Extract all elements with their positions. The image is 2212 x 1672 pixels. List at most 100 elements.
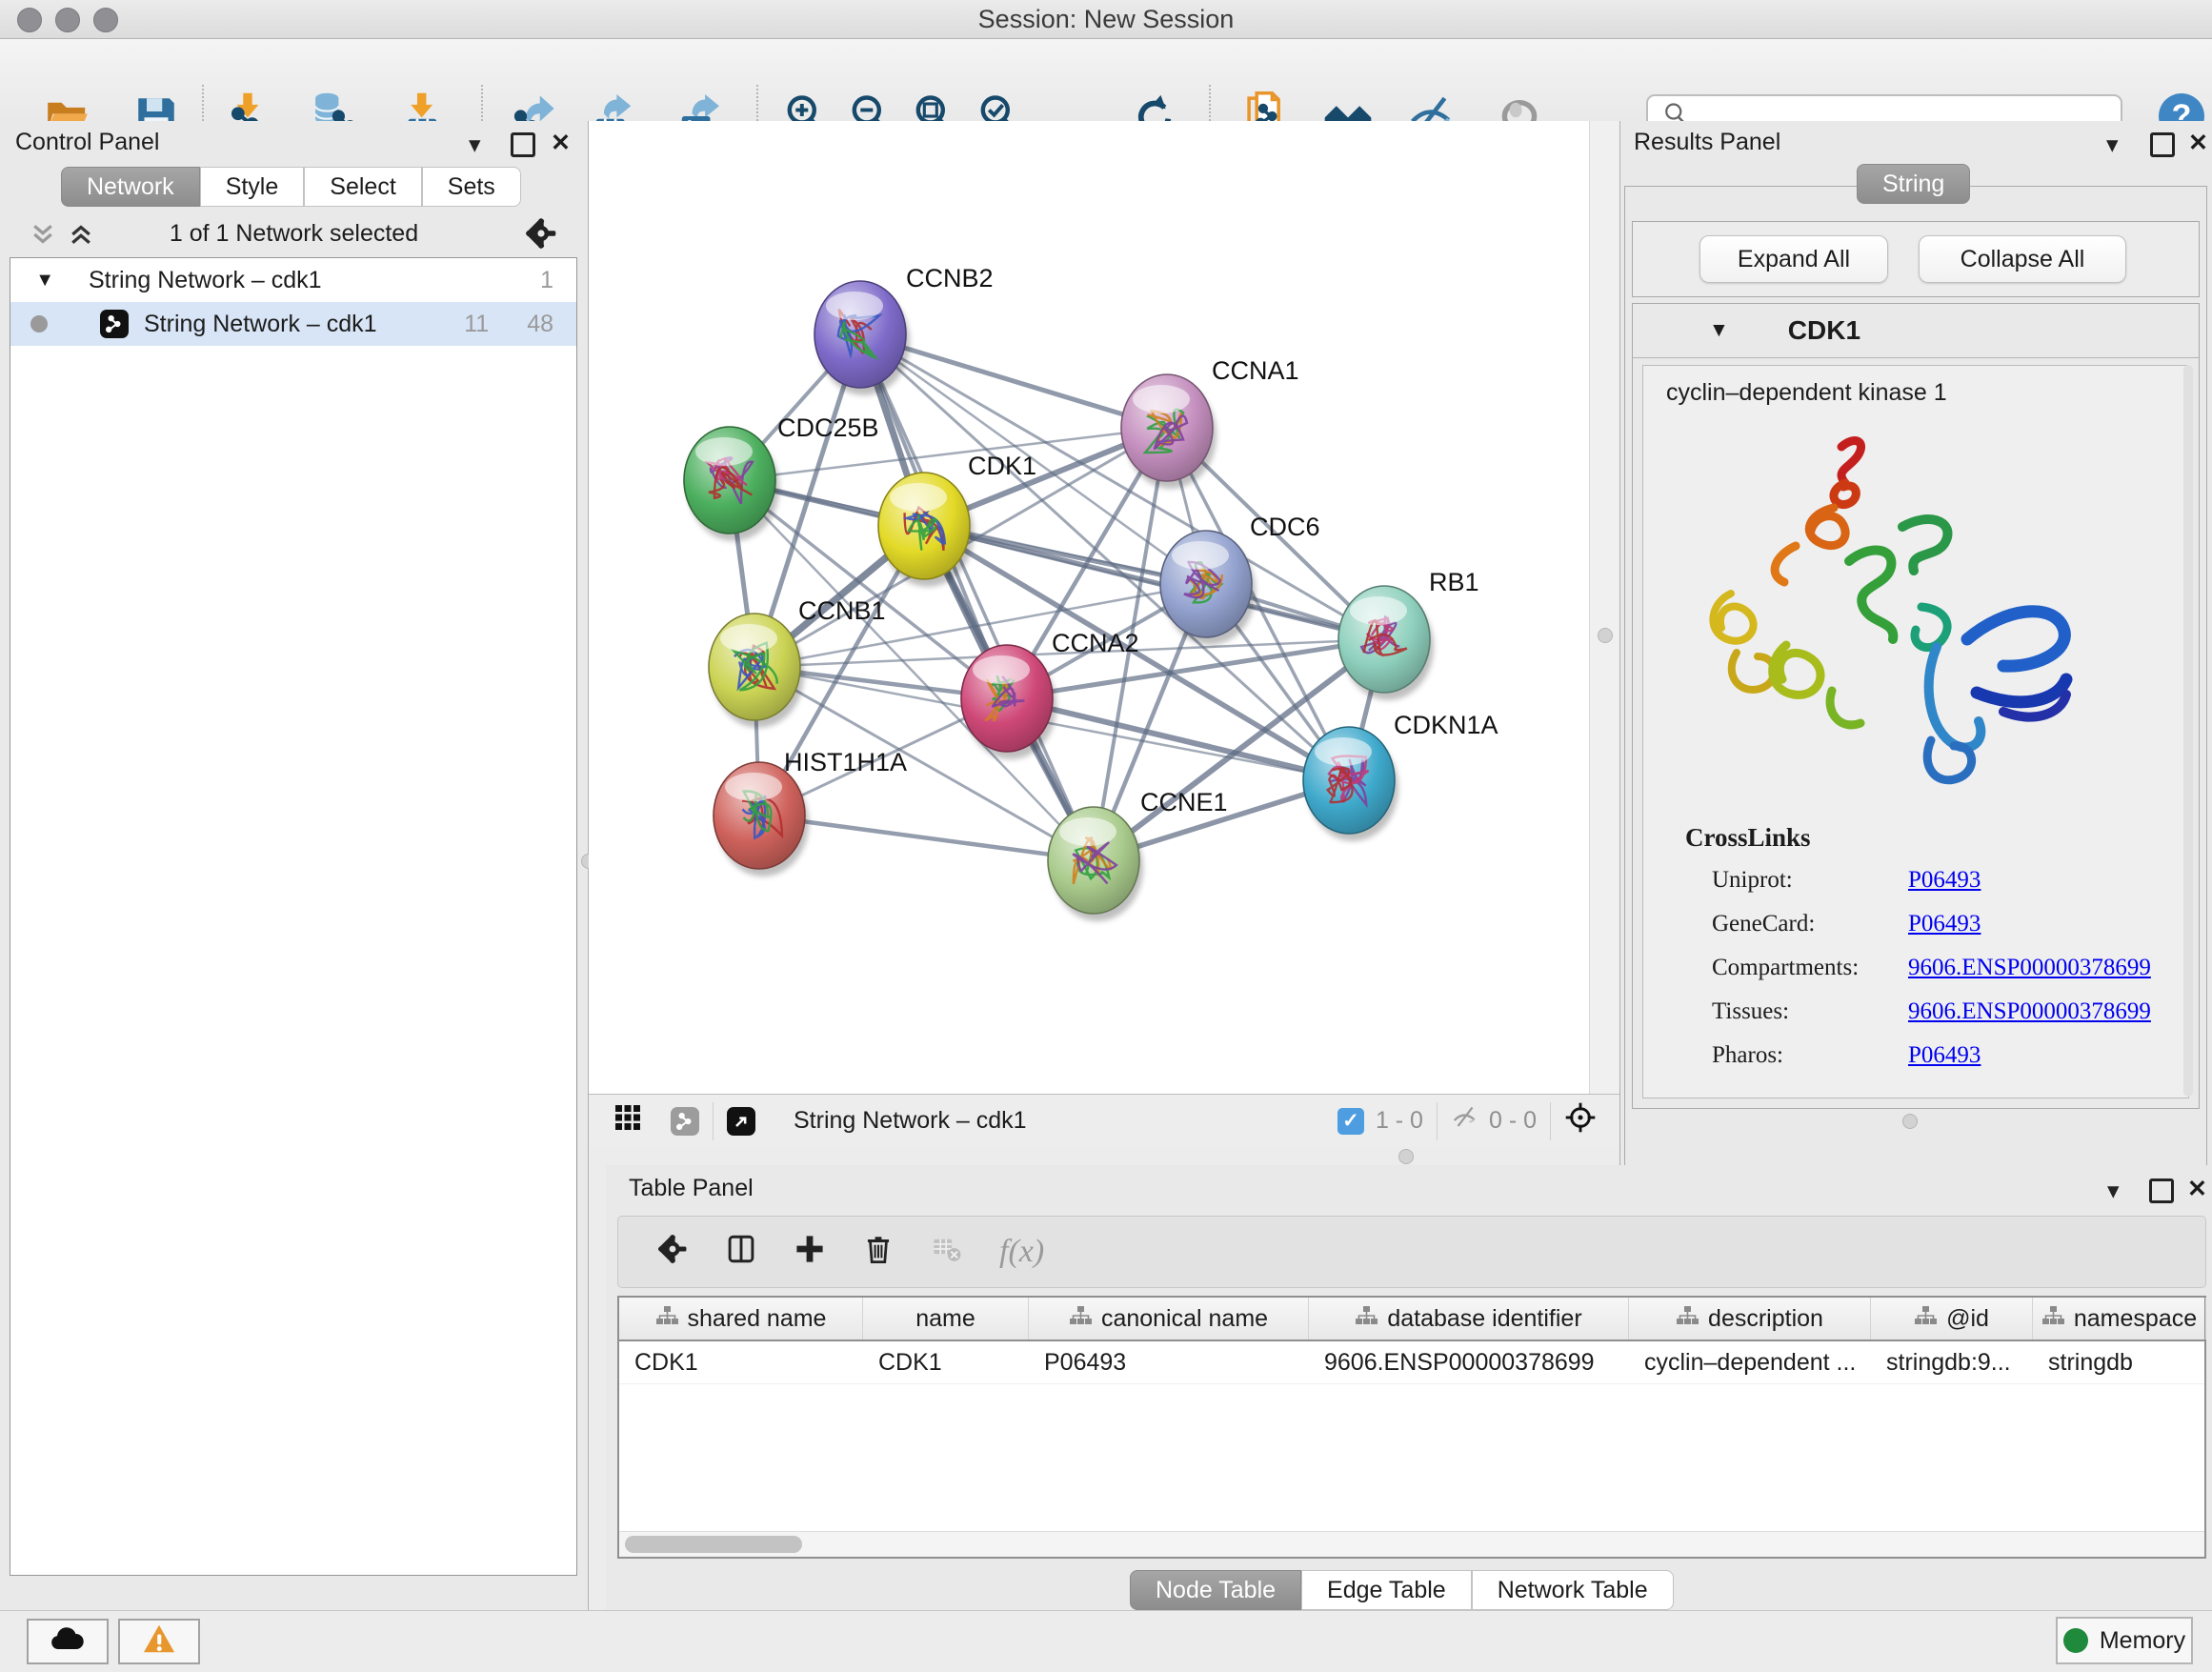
hidden-count: 0 - 0 (1489, 1107, 1537, 1135)
column-header-description[interactable]: description (1629, 1298, 1871, 1340)
fit-selected-crosshair-icon[interactable] (1564, 1101, 1597, 1140)
table-panel-float-icon[interactable] (2149, 1178, 2174, 1210)
memory-button[interactable]: Memory (2056, 1617, 2193, 1664)
table-header-row: shared name name canonical namedatabase id… (619, 1298, 2204, 1341)
network-scrollbar-thumb[interactable] (1598, 628, 1613, 643)
tab-style[interactable]: Style (200, 167, 305, 207)
results-scrollbar[interactable] (2183, 365, 2193, 1097)
column-label: shared name (688, 1305, 827, 1333)
expand-all-button[interactable]: Expand All (1699, 235, 1888, 283)
crosslink-label: Compartments: (1712, 955, 1908, 981)
column-label: name (915, 1305, 975, 1333)
node-HIST1H1A[interactable]: HIST1H1A (714, 748, 907, 876)
tab-network[interactable]: Network (61, 167, 200, 207)
function-builder-icon[interactable]: f(x) (999, 1234, 1044, 1270)
gene-description: cyclin–dependent kinase 1 (1666, 379, 2188, 407)
column-header-canonical-name[interactable]: canonical name (1029, 1298, 1309, 1340)
column-header-shared-name[interactable]: shared name (619, 1298, 863, 1340)
results-splitter-handle[interactable] (1902, 1114, 1918, 1129)
results-panel-float-icon[interactable] (2150, 132, 2175, 164)
cloud-status-button[interactable] (27, 1619, 109, 1664)
separator (1437, 1102, 1438, 1140)
crosslink-label: Tissues: (1712, 998, 1908, 1025)
node-CDK1[interactable]: CDK1 (878, 452, 1036, 587)
gene-collapse-triangle-icon[interactable]: ▼ (1709, 319, 1729, 342)
crosslink-row: Pharos:P06493 (1712, 1034, 2188, 1078)
crosslink-value-link[interactable]: P06493 (1908, 911, 1981, 937)
control-panel: Control Panel ▾ ✕ NetworkStyleSelectSets… (0, 121, 589, 1610)
results-panel-title: Results Panel (1634, 129, 1780, 156)
network-canvas[interactable]: CCNB2CCNA1CDC25BCDK1CDC6RB1CCNB1CCNA2CDK… (589, 121, 1589, 1094)
crosslink-value-link[interactable]: P06493 (1908, 1042, 1981, 1069)
memory-label: Memory (2100, 1627, 2185, 1655)
gene-result-card: ▼ CDK1 cyclin–dependent kinase 1 (1632, 303, 2200, 1109)
crosslink-value-link[interactable]: 9606.ENSP00000378699 (1908, 955, 2151, 981)
crosslink-row: Tissues:9606.ENSP00000378699 (1712, 990, 2188, 1034)
crosslink-row: Uniprot:P06493 (1712, 858, 2188, 902)
column-header-@id[interactable]: @id (1871, 1298, 2033, 1340)
network-vertical-scrollbar[interactable] (1589, 121, 1620, 1094)
tab-edge-table[interactable]: Edge Table (1301, 1570, 1472, 1610)
node-RB1[interactable]: RB1 (1338, 568, 1479, 700)
table-horizontal-scrollbar[interactable] (619, 1531, 2204, 1557)
show-columns-icon[interactable] (725, 1233, 757, 1272)
control-panel-menu-icon[interactable]: ▾ (469, 131, 481, 159)
control-panel-float-icon[interactable] (511, 132, 535, 164)
crosslinks-list: Uniprot:P06493GeneCard:P06493Compartment… (1712, 858, 2188, 1078)
delete-column-icon[interactable] (862, 1233, 895, 1272)
node-CCNE1[interactable]: CCNE1 (1048, 788, 1228, 921)
table-panel-close-icon[interactable]: ✕ (2187, 1175, 2207, 1203)
table-panel-menu-icon[interactable]: ▾ (2107, 1177, 2120, 1205)
node-label-CCNB1: CCNB1 (798, 596, 886, 625)
goto-network-icon[interactable] (727, 1107, 755, 1136)
crosslink-value-link[interactable]: P06493 (1908, 867, 1981, 894)
results-panel-close-icon[interactable]: ✕ (2188, 129, 2208, 157)
results-panel-menu-icon[interactable]: ▾ (2106, 131, 2119, 159)
horizontal-splitter-handle[interactable] (1398, 1149, 1414, 1164)
separator (713, 1102, 714, 1140)
table-cell: cyclin–dependent ... (1629, 1341, 1871, 1383)
add-column-icon[interactable] (794, 1233, 826, 1272)
table-panel-title: Table Panel (629, 1175, 754, 1202)
column-header-database-identifier[interactable]: database identifier (1309, 1298, 1629, 1340)
selected-checkbox-icon[interactable]: ✓ (1337, 1108, 1364, 1135)
gene-card-header[interactable]: ▼ CDK1 (1633, 304, 2199, 358)
column-label: description (1708, 1305, 1823, 1333)
tab-select[interactable]: Select (304, 167, 421, 207)
network-options-gear-icon[interactable] (524, 216, 558, 257)
table-row[interactable]: CDK1CDK1P064939606.ENSP00000378699cyclin… (619, 1341, 2204, 1384)
warnings-button[interactable] (118, 1619, 200, 1664)
column-header-name[interactable]: name (863, 1298, 1029, 1340)
network-collection-row[interactable]: ▼ String Network – cdk1 1 (10, 258, 576, 302)
tab-node-table[interactable]: Node Table (1130, 1570, 1301, 1610)
control-panel-close-icon[interactable]: ✕ (551, 129, 571, 157)
network-row[interactable]: String Network – cdk1 11 48 (10, 302, 576, 346)
collection-count: 1 (540, 267, 553, 294)
crosslink-row: Compartments:9606.ENSP00000378699 (1712, 946, 2188, 990)
column-label: @id (1946, 1305, 1989, 1333)
node-CDKN1A[interactable]: CDKN1A (1303, 711, 1498, 841)
cloud-icon (49, 1624, 87, 1660)
node-CDC6[interactable]: CDC6 (1160, 513, 1320, 645)
tab-sets[interactable]: Sets (422, 167, 521, 207)
selected-count: 1 - 0 (1376, 1107, 1423, 1135)
table-scrollbar-thumb[interactable] (625, 1536, 802, 1553)
crosslink-label: GeneCard: (1712, 911, 1908, 937)
table-gear-icon[interactable] (656, 1233, 689, 1272)
network-label: String Network – cdk1 (144, 311, 464, 338)
column-hierarchy-icon (2041, 1305, 2064, 1333)
delete-table-icon[interactable] (931, 1233, 963, 1272)
tab-string[interactable]: String (1857, 164, 1970, 204)
grid-view-icon[interactable] (613, 1103, 642, 1138)
column-header-namespace[interactable]: namespace (2033, 1298, 2206, 1340)
column-hierarchy-icon (1069, 1305, 1092, 1333)
edge-HIST1H1A-CCNE1[interactable] (759, 816, 1094, 860)
network-view-title: String Network – cdk1 (794, 1107, 1027, 1135)
birdseye-share-icon[interactable] (671, 1107, 699, 1136)
node-label-CDKN1A: CDKN1A (1394, 711, 1498, 739)
crosslink-value-link[interactable]: 9606.ENSP00000378699 (1908, 998, 2151, 1025)
collection-expand-triangle-icon[interactable]: ▼ (10, 270, 54, 292)
collapse-all-button[interactable]: Collapse All (1919, 235, 2126, 283)
edge-CCNB2-CCNE1[interactable] (860, 334, 1094, 860)
tab-network-table[interactable]: Network Table (1472, 1570, 1674, 1610)
